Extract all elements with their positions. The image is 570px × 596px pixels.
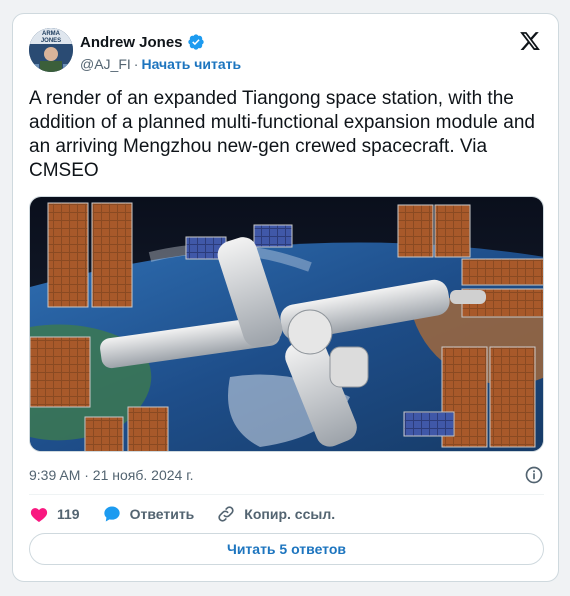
author-handle[interactable]: @AJ_FI — [80, 56, 131, 72]
follow-button[interactable]: Начать читать — [141, 56, 241, 72]
reply-label: Ответить — [129, 506, 195, 522]
author-name-row: Andrew Jones — [80, 33, 205, 51]
heart-icon — [30, 508, 48, 522]
info-icon[interactable] — [524, 465, 544, 485]
svg-text:ARMA: ARMA — [42, 31, 61, 37]
tweet-text: A render of an expanded Tiangong space s… — [29, 88, 535, 181]
author-handle-row: @AJ_FI · Начать читать — [80, 56, 241, 72]
tweet-timestamp[interactable]: 9:39 AM · 21 нояб. 2024 г. — [29, 467, 194, 483]
timestamp-row: 9:39 AM · 21 нояб. 2024 г. — [29, 466, 544, 484]
like-count: 119 — [57, 506, 80, 522]
copy-link-label: Копир. ссыл. — [244, 506, 336, 522]
author-display-name[interactable]: Andrew Jones — [80, 34, 183, 51]
verified-badge-icon — [187, 34, 204, 50]
avatar[interactable]: ARMA JONES — [29, 28, 73, 72]
reply-bubble-icon — [103, 506, 120, 522]
action-bar: 119 Ответить Копир. ссыл. — [29, 503, 357, 525]
copy-link-button[interactable]: Копир. ссыл. — [216, 504, 335, 524]
tweet-media-image[interactable] — [29, 196, 544, 452]
tweet-card: ARMA JONES Andrew Jones @AJ_FI · Начать … — [12, 13, 559, 582]
separator-dot: · — [133, 56, 139, 72]
read-replies-button[interactable]: Читать 5 ответов — [29, 533, 544, 565]
like-button[interactable]: 119 — [29, 504, 80, 524]
link-icon — [218, 506, 234, 522]
svg-text:JONES: JONES — [41, 38, 61, 44]
divider — [29, 494, 544, 495]
x-logo-icon[interactable] — [519, 30, 541, 52]
reply-button[interactable]: Ответить — [102, 504, 195, 524]
